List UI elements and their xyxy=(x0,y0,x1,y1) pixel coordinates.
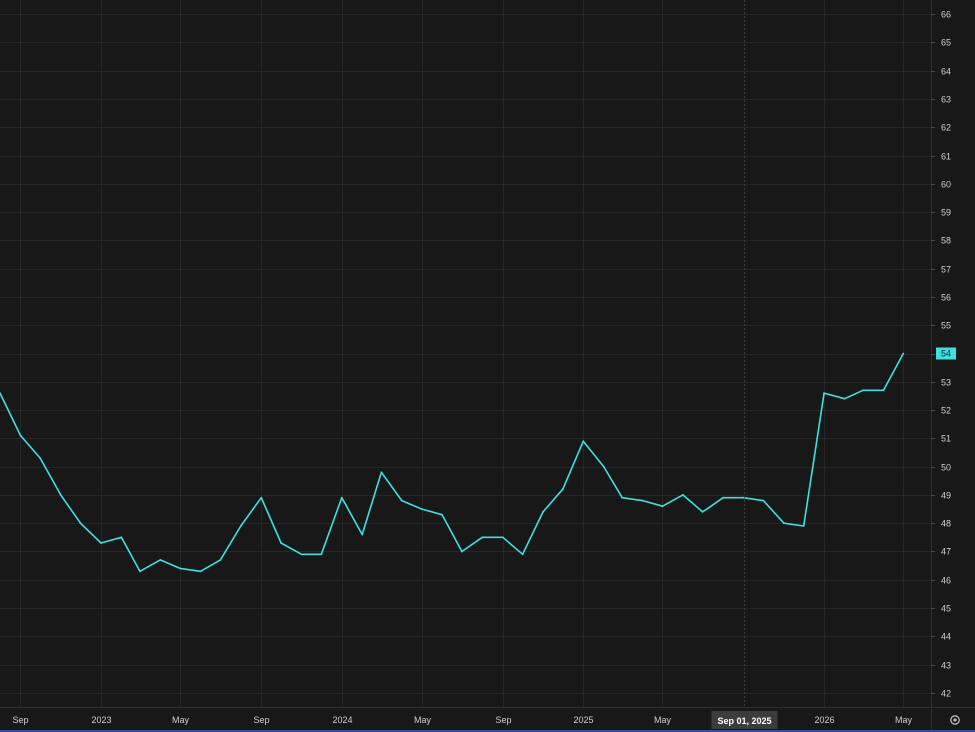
data-point xyxy=(602,465,605,468)
data-point xyxy=(340,496,343,499)
y-tick-label: 43 xyxy=(941,661,951,671)
x-tick-label: Sep xyxy=(253,715,269,725)
data-point xyxy=(420,508,423,510)
data-point xyxy=(641,499,644,502)
data-point xyxy=(380,471,383,474)
y-tick-label: 46 xyxy=(941,576,951,586)
data-point xyxy=(783,522,785,525)
y-tick-label: 53 xyxy=(941,378,951,388)
y-tick-label: 51 xyxy=(941,434,951,444)
data-point xyxy=(219,559,222,561)
chart[interactable]: 42 43 44 45 46 47 48 49 50 51 52 53 54 55 56 57 58 59 60 61… xyxy=(0,0,975,732)
x-tick-label: 2025 xyxy=(573,715,593,725)
x-tick-label: Sep xyxy=(495,715,511,725)
data-point xyxy=(521,553,524,556)
y-tick-label: 48 xyxy=(941,519,951,529)
data-point xyxy=(400,499,403,502)
data-point xyxy=(39,457,42,459)
x-tick-label: 2026 xyxy=(814,715,834,725)
y-tick-label: 45 xyxy=(941,604,951,614)
data-point xyxy=(843,397,846,400)
data-point xyxy=(159,559,162,561)
data-point xyxy=(582,440,585,443)
y-tick-label: 44 xyxy=(941,632,951,642)
y-tick-label: 42 xyxy=(941,689,951,699)
data-point xyxy=(139,570,141,573)
data-point xyxy=(280,542,282,544)
y-tick-label: 64 xyxy=(941,67,951,77)
data-point xyxy=(300,553,303,556)
data-point xyxy=(902,352,905,355)
y-tick-label: 66 xyxy=(941,10,951,20)
data-point xyxy=(722,496,725,499)
data-point xyxy=(199,570,202,573)
data-point xyxy=(239,525,242,527)
data-point xyxy=(621,496,624,499)
settings-button[interactable] xyxy=(944,711,966,729)
data-point xyxy=(461,550,463,553)
y-tick-label: 49 xyxy=(941,491,951,501)
data-point xyxy=(481,536,484,539)
data-point xyxy=(823,392,825,394)
x-tick-label: May xyxy=(172,715,190,725)
data-point xyxy=(100,542,102,544)
y-tick-label: 50 xyxy=(941,463,951,473)
data-point xyxy=(320,553,323,556)
x-tick-label: May xyxy=(414,715,432,725)
y-tick-label: 56 xyxy=(941,293,951,303)
x-tick-label: 2024 xyxy=(332,715,352,725)
data-point xyxy=(59,494,62,496)
data-point xyxy=(260,496,263,499)
y-tick-label: 61 xyxy=(941,152,951,162)
chart-svg[interactable]: 42 43 44 45 46 47 48 49 50 51 52 53 54 55 56 57 58 59 60 61… xyxy=(0,0,975,732)
y-tick-label: 47 xyxy=(941,547,951,557)
data-point xyxy=(501,536,504,539)
data-point xyxy=(19,434,22,437)
data-point xyxy=(79,522,82,525)
data-point xyxy=(882,389,885,392)
last-value-label: 54 xyxy=(941,349,951,359)
y-tick-label: 65 xyxy=(941,38,951,48)
data-point xyxy=(179,567,182,570)
x-tick-label: Sep xyxy=(12,715,28,725)
y-tick-label: 63 xyxy=(941,95,951,105)
y-tick-label: 62 xyxy=(941,123,951,133)
data-point xyxy=(361,533,364,536)
data-point xyxy=(441,513,443,516)
data-point xyxy=(862,389,864,392)
x-tick-label: May xyxy=(654,715,672,725)
data-point xyxy=(701,511,704,513)
y-tick-label: 52 xyxy=(941,406,951,416)
data-point xyxy=(561,488,564,491)
y-tick-label: 59 xyxy=(941,208,951,218)
x-tick-label: 2023 xyxy=(91,715,111,725)
x-tick-label: May xyxy=(895,715,913,725)
data-point xyxy=(120,536,123,539)
data-point xyxy=(802,525,805,527)
y-tick-label: 60 xyxy=(941,180,951,190)
data-point xyxy=(682,494,684,496)
data-point xyxy=(661,505,664,508)
y-tick-label: 58 xyxy=(941,236,951,246)
y-tick-label: 57 xyxy=(941,265,951,275)
crosshair-date-label: Sep 01, 2025 xyxy=(717,716,771,726)
data-point xyxy=(542,511,544,513)
y-tick-label: 55 xyxy=(941,321,951,331)
plot-background xyxy=(0,0,975,732)
data-point xyxy=(762,499,765,502)
